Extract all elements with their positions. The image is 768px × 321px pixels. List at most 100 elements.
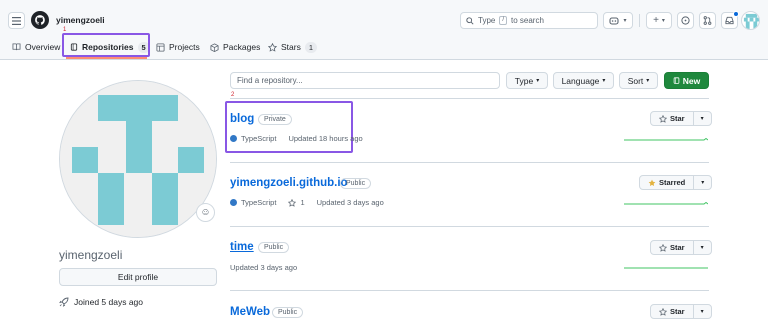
github-logo-icon[interactable] — [31, 11, 49, 29]
repo-name-link[interactable]: MeWeb — [230, 306, 270, 318]
chevron-down-icon: ▾ — [700, 309, 704, 315]
find-repository-input[interactable] — [230, 72, 500, 89]
star-label: Star — [670, 307, 685, 316]
activity-sparkline — [624, 201, 708, 205]
highlight-repositories-tab — [62, 33, 150, 57]
active-tab-underline — [66, 57, 147, 59]
annotation-2: 2 — [231, 92, 235, 98]
star-button[interactable]: Star — [651, 241, 694, 254]
visibility-badge: Public — [340, 178, 372, 189]
type-filter-label: Type — [514, 75, 534, 86]
rocket-icon — [59, 297, 69, 307]
tab-label: Stars — [281, 42, 301, 52]
set-status-button[interactable]: ☺ — [196, 203, 215, 222]
chevron-down-icon: ▾ — [661, 18, 665, 24]
star-icon — [659, 243, 667, 252]
notification-dot — [733, 11, 739, 17]
pull-requests-button[interactable] — [699, 12, 716, 29]
star-list-dropdown[interactable]: ▾ — [694, 112, 711, 125]
divider — [230, 226, 709, 227]
create-new-button[interactable]: + ▾ — [646, 12, 672, 29]
user-avatar[interactable] — [741, 11, 760, 30]
edit-profile-button[interactable]: Edit profile — [59, 268, 217, 286]
visibility-badge: Public — [258, 242, 290, 253]
search-suffix: to search — [511, 16, 544, 25]
joined-info: Joined 5 days ago — [59, 297, 143, 307]
chevron-down-icon: ▾ — [602, 78, 606, 84]
tab-overview[interactable]: Overview — [12, 40, 60, 54]
repo-stars-count[interactable]: 1 — [300, 198, 304, 207]
global-search[interactable]: Type / to search — [460, 12, 598, 29]
search-shortcut-key: / — [499, 16, 508, 25]
star-list-dropdown[interactable]: ▾ — [694, 176, 711, 189]
repo-icon — [673, 76, 680, 84]
repo-name-link[interactable]: blog — [230, 113, 254, 125]
repo-name-link[interactable]: time — [230, 241, 254, 253]
issue-opened-icon — [681, 16, 690, 25]
git-pull-request-icon — [703, 16, 712, 25]
repo-language: TypeScript — [241, 198, 277, 207]
tab-label: Overview — [25, 42, 61, 52]
star-button-group[interactable]: Starred ▾ — [639, 175, 713, 190]
language-color-dot — [230, 135, 237, 142]
tab-packages[interactable]: Packages — [210, 40, 260, 54]
star-label: Star — [670, 114, 685, 123]
star-list-dropdown[interactable]: ▾ — [694, 305, 711, 318]
language-filter-button[interactable]: Language ▾ — [553, 72, 614, 89]
profile-avatar[interactable] — [59, 80, 217, 238]
profile-username: yimengzoeli — [59, 248, 123, 262]
chevron-down-icon: ▾ — [701, 180, 705, 186]
repo-meta: Updated 3 days ago — [230, 263, 297, 272]
new-repository-button[interactable]: New — [664, 72, 709, 89]
chevron-down-icon: ▾ — [623, 18, 627, 24]
star-button[interactable]: Star — [651, 305, 694, 318]
copilot-button[interactable]: ▾ — [603, 12, 633, 29]
repo-updated: Updated 18 hours ago — [288, 134, 363, 143]
star-fill-icon — [648, 179, 656, 186]
divider — [230, 290, 709, 291]
sort-button[interactable]: Sort ▾ — [619, 72, 658, 89]
divider — [230, 162, 709, 163]
repo-language: TypeScript — [241, 134, 277, 143]
highlight-blog-repo — [225, 101, 353, 153]
table-icon — [156, 42, 165, 52]
language-color-dot — [230, 199, 237, 206]
copilot-icon — [609, 17, 620, 25]
tab-stars[interactable]: Stars 1 — [268, 40, 318, 54]
star-icon — [288, 198, 297, 207]
plus-icon: + — [653, 15, 659, 26]
repo-meta: TypeScript 1 Updated 3 days ago — [230, 198, 384, 207]
star-button-group[interactable]: Star ▾ — [650, 304, 712, 319]
menu-button[interactable] — [8, 12, 25, 29]
chevron-down-icon: ▾ — [646, 78, 650, 84]
star-button-group[interactable]: Star ▾ — [650, 240, 712, 255]
chevron-down-icon: ▾ — [700, 245, 704, 251]
star-button[interactable]: Star — [651, 112, 694, 125]
smiley-icon: ☺ — [200, 207, 211, 218]
stars-count: 1 — [304, 41, 318, 53]
issues-button[interactable] — [677, 12, 694, 29]
tab-projects[interactable]: Projects — [156, 40, 200, 54]
repo-updated: Updated 3 days ago — [316, 198, 384, 207]
header-username[interactable]: yimengzoeli — [56, 15, 105, 25]
sort-label: Sort — [627, 75, 644, 86]
language-filter-label: Language — [561, 75, 600, 86]
repo-name-link[interactable]: yimengzoeli.github.io — [230, 177, 348, 189]
repo-updated: Updated 3 days ago — [230, 263, 298, 272]
star-icon — [268, 42, 277, 52]
type-filter-button[interactable]: Type ▾ — [506, 72, 548, 89]
tab-label: Projects — [169, 42, 200, 52]
star-list-dropdown[interactable]: ▾ — [694, 241, 711, 254]
joined-text: Joined 5 days ago — [74, 297, 143, 307]
unstar-button[interactable]: Starred — [640, 176, 695, 189]
star-icon — [659, 307, 667, 316]
star-label: Starred — [659, 178, 686, 187]
chevron-down-icon: ▾ — [700, 116, 704, 122]
hamburger-icon — [12, 16, 21, 25]
tab-label: Packages — [223, 42, 261, 52]
star-button-group[interactable]: Star ▾ — [650, 111, 712, 126]
new-label: New — [682, 75, 701, 86]
chevron-down-icon: ▾ — [536, 78, 540, 84]
visibility-badge: Public — [272, 307, 304, 318]
activity-sparkline — [624, 137, 708, 141]
